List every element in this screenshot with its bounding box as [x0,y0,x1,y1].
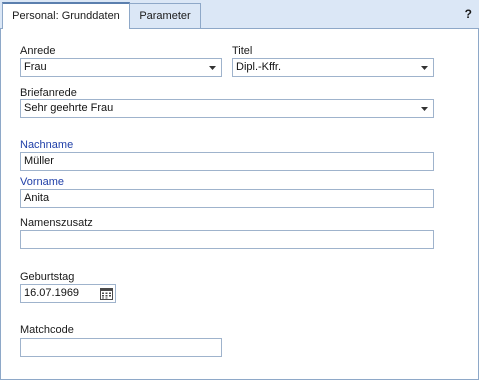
nachname-value: Müller [24,155,54,167]
titel-value: Dipl.-Kffr. [236,61,282,73]
briefanrede-select[interactable]: Sehr geehrte Frau [20,99,434,118]
titel-select[interactable]: Dipl.-Kffr. [232,58,434,77]
geburtstag-value: 16.07.1969 [24,287,80,299]
vorname-value: Anita [24,192,50,204]
vorname-input[interactable]: Anita [20,189,434,208]
matchcode-input[interactable] [20,338,222,357]
geburtstag-date-input[interactable]: 16.07.1969 [20,284,116,303]
personal-dialog: Personal: Grunddaten Parameter ? Anrede … [0,0,479,380]
nachname-input[interactable]: Müller [20,152,434,171]
tab-strip: Personal: Grunddaten Parameter ? [0,0,479,29]
anrede-label: Anrede [20,45,56,57]
grunddaten-panel: Anrede Frau Titel Dipl.-Kffr. Briefanred… [0,28,479,380]
chevron-down-icon[interactable] [417,59,431,76]
matchcode-label: Matchcode [20,324,74,336]
nachname-label: Nachname [20,139,74,151]
geburtstag-label: Geburtstag [20,271,75,283]
anrede-select[interactable]: Frau [20,58,222,77]
anrede-value: Frau [24,61,47,73]
namenszusatz-label: Namenszusatz [20,217,93,229]
vorname-label: Vorname [20,176,65,188]
titel-label: Titel [232,45,253,57]
calendar-icon[interactable] [98,286,114,301]
chevron-down-icon[interactable] [205,59,219,76]
tab-parameter[interactable]: Parameter [129,3,201,28]
tab-personal-grunddaten[interactable]: Personal: Grunddaten [2,2,130,29]
chevron-down-icon[interactable] [417,100,431,117]
briefanrede-value: Sehr geehrte Frau [24,102,114,114]
help-button[interactable]: ? [465,7,472,21]
namenszusatz-input[interactable] [20,230,434,249]
